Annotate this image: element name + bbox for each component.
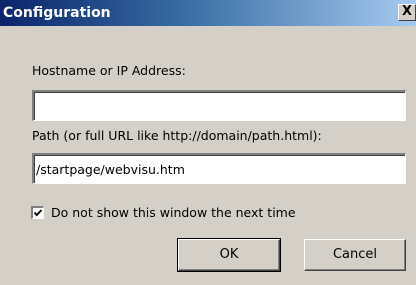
ok-button[interactable]: OK	[177, 238, 281, 272]
title-bar[interactable]: Configuration X	[0, 0, 416, 26]
checkmark-icon	[33, 209, 43, 217]
hostname-input[interactable]	[32, 90, 406, 121]
configuration-dialog: Configuration X Hostname or IP Address: …	[0, 0, 416, 285]
dialog-title: Configuration	[3, 5, 111, 21]
cancel-button[interactable]: Cancel	[304, 239, 406, 271]
dont-show-label: Do not show this window the next time	[51, 205, 296, 220]
path-input[interactable]	[32, 153, 406, 184]
close-button[interactable]: X	[398, 4, 416, 21]
dont-show-checkbox[interactable]	[31, 206, 44, 219]
hostname-label: Hostname or IP Address:	[32, 63, 186, 78]
path-label: Path (or full URL like http://domain/pat…	[32, 128, 322, 143]
